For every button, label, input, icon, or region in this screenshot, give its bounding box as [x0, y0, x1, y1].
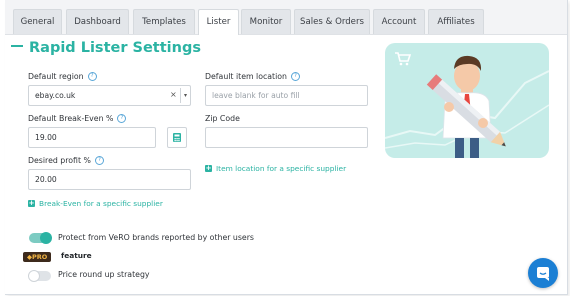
calculator-button[interactable]	[167, 127, 187, 148]
settings-page: General Dashboard Templates Lister Monit…	[5, 0, 568, 295]
tab-templates[interactable]: Templates	[133, 9, 195, 34]
title-dash-icon	[11, 45, 23, 47]
tab-sales-orders[interactable]: Sales & Orders	[294, 9, 370, 34]
break-even-value: 19.00	[35, 133, 57, 142]
page-title-text: Rapid Lister Settings	[29, 40, 201, 56]
zip-code-label: Zip Code	[205, 114, 240, 123]
clear-icon[interactable]: ×	[170, 90, 177, 99]
desired-profit-label: Desired profit %?	[28, 155, 104, 166]
page-title: Rapid Lister Settings	[11, 40, 201, 60]
select-divider	[180, 88, 181, 103]
tab-affiliates[interactable]: Affiliates	[428, 9, 484, 34]
calculator-icon	[173, 133, 181, 142]
vero-protection-toggle[interactable]	[29, 232, 52, 244]
chevron-down-icon[interactable]: ▾	[184, 92, 187, 99]
desired-profit-input[interactable]: 20.00	[28, 169, 191, 190]
item-location-supplier-link[interactable]: + Item location for a specific supplier	[205, 164, 346, 173]
default-item-location-label-text: Default item location	[205, 72, 287, 81]
chat-button[interactable]	[528, 258, 558, 288]
chat-icon	[537, 267, 549, 281]
pro-feature-label: feature	[61, 251, 92, 260]
plus-icon: +	[205, 163, 212, 172]
toggle-knob	[40, 232, 52, 244]
tab-account[interactable]: Account	[373, 9, 425, 34]
salesman-pencil-illustration	[385, 52, 549, 158]
pro-badge-text: PRO	[32, 253, 48, 261]
help-icon[interactable]: ?	[117, 113, 127, 123]
break-even-supplier-link[interactable]: + Break-Even for a specific supplier	[28, 199, 163, 208]
default-item-location-placeholder: leave blank for auto fill	[212, 91, 300, 100]
lister-illustration	[385, 43, 549, 158]
toggle-knob	[28, 270, 40, 282]
default-region-select[interactable]: ebay.co.uk	[28, 85, 191, 106]
break-even-label-text: Default Break-Even %	[28, 114, 114, 123]
tab-lister[interactable]: Lister	[198, 9, 239, 35]
default-item-location-label: Default item location?	[205, 71, 300, 82]
price-round-up-toggle[interactable]	[28, 270, 51, 282]
break-even-input[interactable]: 19.00	[28, 127, 156, 148]
price-round-up-label: Price round up strategy	[58, 270, 150, 279]
help-icon[interactable]: ?	[94, 155, 104, 165]
cart-icon	[395, 52, 412, 66]
zip-code-input[interactable]	[205, 127, 368, 148]
vero-protection-label: Protect from VeRO brands reported by oth…	[58, 233, 254, 242]
break-even-label: Default Break-Even %?	[28, 113, 127, 124]
default-region-label-text: Default region	[28, 72, 84, 81]
tab-dashboard[interactable]: Dashboard	[66, 9, 129, 34]
item-location-link-text: Item location for a specific supplier	[216, 164, 347, 173]
break-even-link-text: Break-Even for a specific supplier	[39, 199, 163, 208]
plus-icon: +	[28, 198, 35, 207]
tab-monitor[interactable]: Monitor	[241, 9, 291, 34]
default-item-location-input[interactable]: leave blank for auto fill	[205, 85, 368, 106]
help-icon[interactable]: ?	[291, 71, 300, 81]
help-icon[interactable]: ?	[87, 71, 97, 81]
pro-badge: ◆PRO	[23, 252, 52, 262]
default-region-value: ebay.co.uk	[35, 91, 76, 100]
tab-general[interactable]: General	[13, 9, 62, 34]
desired-profit-label-text: Desired profit %	[28, 156, 91, 165]
desired-profit-value: 20.00	[35, 175, 57, 184]
tab-bar: General Dashboard Templates Lister Monit…	[5, 0, 567, 35]
default-region-label: Default region?	[28, 71, 97, 82]
